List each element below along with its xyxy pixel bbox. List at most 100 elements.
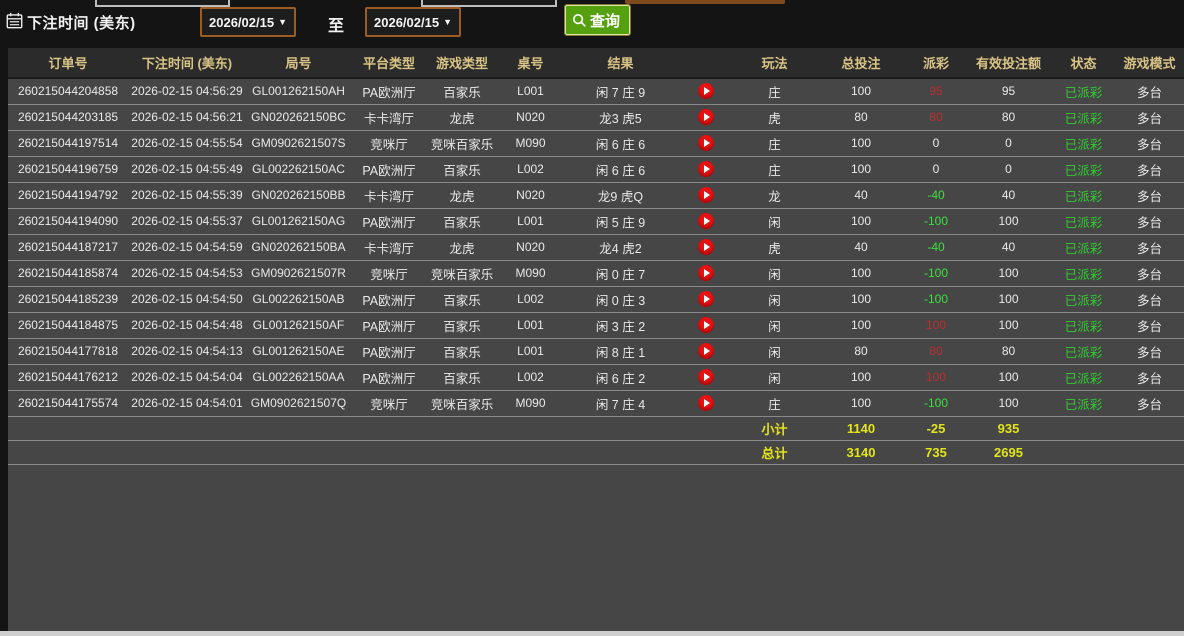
col-header-game-mode: 游戏模式 [1115,48,1184,78]
query-button[interactable]: 查询 [565,5,630,35]
cell-order-no: 260215044194792 [8,182,128,208]
cell-game-mode: 多台 [1115,260,1184,286]
cell-platform: 竞咪厅 [351,390,427,416]
cell-order-no: 260215044184875 [8,312,128,338]
col-header-status: 状态 [1052,48,1115,78]
cell-play-type: 闲 [734,338,815,364]
cell-table-no: M090 [497,130,564,156]
play-icon[interactable] [698,265,714,281]
cell-game-type: 百家乐 [427,364,497,390]
cell-game-mode: 多台 [1115,312,1184,338]
cell-total-bet: 80 [815,338,907,364]
cell-total-bet: 40 [815,234,907,260]
cell-replay [677,78,734,104]
table-row: 2602150441940902026-02-15 04:55:37GL0012… [8,208,1184,234]
cell-game-type: 百家乐 [427,286,497,312]
cell-valid-bet: 40 [965,182,1052,208]
table-row: 2602150441858742026-02-15 04:54:53GM0902… [8,260,1184,286]
table-row: 2602150441872172026-02-15 04:54:59GN0202… [8,234,1184,260]
col-header-bet-time: 下注时间 (美东) [128,48,246,78]
col-header-valid-bet: 有效投注额 [965,48,1052,78]
cell-valid-bet: 80 [965,104,1052,130]
cell-game-mode: 多台 [1115,364,1184,390]
cell-order-no: 260215044177818 [8,338,128,364]
subtotal-row-payout: -25 [907,416,965,440]
cell-status: 已派彩 [1052,78,1115,104]
cell-order-no: 260215044203185 [8,104,128,130]
cell-round-no: GN020262150BA [246,234,351,260]
cell-game-type: 百家乐 [427,338,497,364]
play-icon[interactable] [698,83,714,99]
cell-game-type: 百家乐 [427,208,497,234]
cell-round-no: GL001262150AF [246,312,351,338]
cell-total-bet: 100 [815,364,907,390]
cell-play-type: 庄 [734,156,815,182]
cell-bet-time: 2026-02-15 04:56:29 [128,78,246,104]
play-icon[interactable] [698,239,714,255]
cell-table-no: L002 [497,156,564,182]
cell-table-no: L001 [497,208,564,234]
cell-play-type: 庄 [734,78,815,104]
cell-table-no: L002 [497,286,564,312]
cell-status: 已派彩 [1052,338,1115,364]
play-icon[interactable] [698,317,714,333]
cell-total-bet: 100 [815,156,907,182]
cell-platform: 卡卡湾厅 [351,182,427,208]
search-icon [572,13,587,28]
cell-game-type: 龙虎 [427,182,497,208]
cell-bet-time: 2026-02-15 04:54:13 [128,338,246,364]
play-icon[interactable] [698,135,714,151]
cell-replay [677,156,734,182]
cell-round-no: GL001262150AG [246,208,351,234]
play-icon[interactable] [698,187,714,203]
cutoff-tab-top [625,0,785,4]
table-row: 2602150441852392026-02-15 04:54:50GL0022… [8,286,1184,312]
bottom-scrollbar-track[interactable] [0,631,1184,636]
cell-platform: 卡卡湾厅 [351,234,427,260]
dropdown-arrow-icon: ▼ [443,17,452,27]
col-header-round-no: 局号 [246,48,351,78]
play-icon[interactable] [698,291,714,307]
cell-game-type: 竞咪百家乐 [427,390,497,416]
cell-valid-bet: 95 [965,78,1052,104]
total-row-label: 总计 [734,440,815,464]
total-row-total-bet: 3140 [815,440,907,464]
cell-result: 闲 6 庄 6 [564,156,677,182]
date-to-value: 2026/02/15 [374,15,439,30]
cell-result: 闲 5 庄 9 [564,208,677,234]
play-icon[interactable] [698,369,714,385]
play-icon[interactable] [698,213,714,229]
cell-bet-time: 2026-02-15 04:54:04 [128,364,246,390]
cell-game-type: 龙虎 [427,104,497,130]
cell-status: 已派彩 [1052,182,1115,208]
cell-play-type: 庄 [734,390,815,416]
play-icon[interactable] [698,395,714,411]
cell-payout: -100 [907,260,965,286]
cell-status: 已派彩 [1052,260,1115,286]
table-row: 2602150441778182026-02-15 04:54:13GL0012… [8,338,1184,364]
cell-play-type: 龙 [734,182,815,208]
cell-table-no: N020 [497,182,564,208]
cell-game-mode: 多台 [1115,156,1184,182]
cell-game-mode: 多台 [1115,338,1184,364]
date-from-select[interactable]: 2026/02/15 ▼ [200,7,296,37]
play-icon[interactable] [698,343,714,359]
cell-payout: 95 [907,78,965,104]
cell-round-no: GN020262150BB [246,182,351,208]
date-to-select[interactable]: 2026/02/15 ▼ [365,7,461,37]
dropdown-arrow-icon: ▼ [278,17,287,27]
cell-payout: -100 [907,208,965,234]
cell-valid-bet: 100 [965,312,1052,338]
table-row: 2602150442031852026-02-15 04:56:21GN0202… [8,104,1184,130]
play-icon[interactable] [698,161,714,177]
play-icon[interactable] [698,109,714,125]
cell-game-mode: 多台 [1115,104,1184,130]
cell-game-mode: 多台 [1115,234,1184,260]
col-header-table-no: 桌号 [497,48,564,78]
cell-order-no: 260215044175574 [8,390,128,416]
cell-bet-time: 2026-02-15 04:55:49 [128,156,246,182]
cell-payout: -100 [907,286,965,312]
cell-total-bet: 100 [815,78,907,104]
col-header-replay [677,48,734,78]
cell-total-bet: 40 [815,182,907,208]
